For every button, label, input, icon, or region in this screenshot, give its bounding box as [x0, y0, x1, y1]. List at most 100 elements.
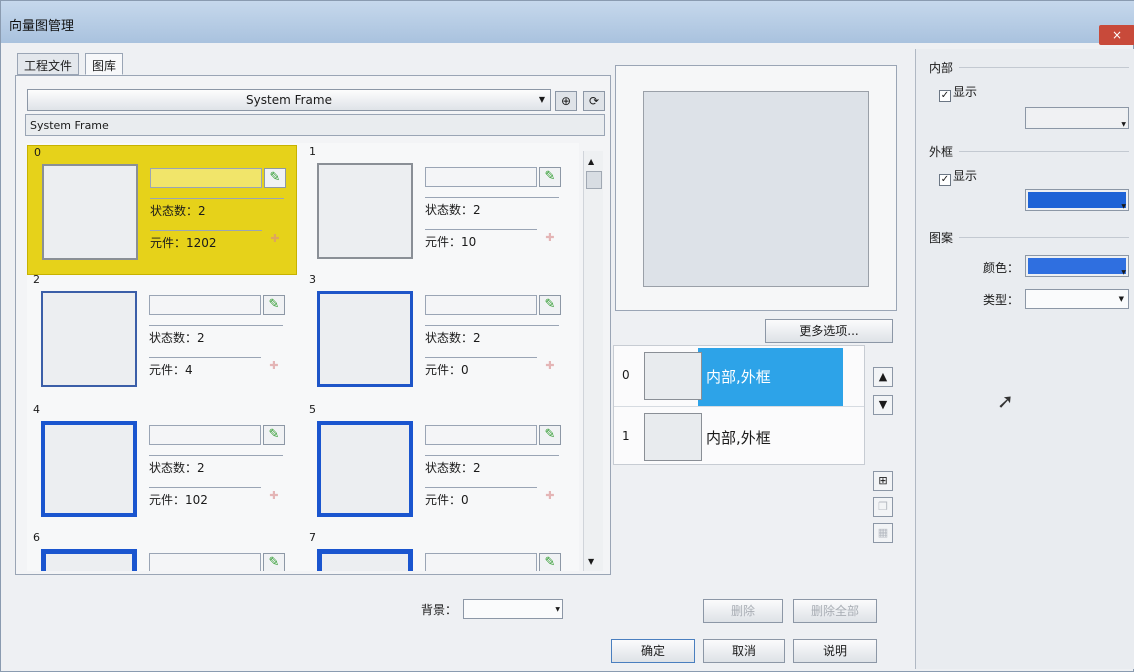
- inner-color-swatch: [1028, 110, 1126, 126]
- shape-thumbnail: [41, 291, 137, 387]
- scroll-down-icon[interactable]: ▼: [588, 557, 594, 566]
- pencil-icon[interactable]: ✎: [263, 295, 285, 315]
- pin-icon[interactable]: ✚: [263, 489, 285, 507]
- outer-group-title: 外框: [929, 145, 954, 159]
- move-up-button[interactable]: ▲: [873, 367, 893, 387]
- state-count: 状态数：2: [150, 198, 284, 220]
- copy-layer-icon[interactable]: ❐: [873, 497, 893, 517]
- shape-cell-4[interactable]: 4 ✎ 状态数：2 元件：102 ✚: [27, 403, 297, 533]
- shape-thumbnail: [317, 291, 413, 387]
- part-count: 元件：102: [149, 487, 261, 509]
- shape-name-field[interactable]: [150, 168, 262, 188]
- library-dropdown[interactable]: System Frame ▼: [27, 89, 551, 111]
- refresh-library-icon[interactable]: ⟳: [583, 91, 605, 111]
- shape-name-field[interactable]: [425, 553, 537, 571]
- shape-thumbnail: [41, 421, 137, 517]
- pencil-icon[interactable]: ✎: [539, 425, 561, 445]
- pin-icon[interactable]: ✚: [264, 232, 286, 250]
- delete-all-button[interactable]: 删除全部: [793, 599, 877, 623]
- cell-index: 7: [309, 531, 316, 544]
- chevron-down-icon: ▼: [1121, 203, 1126, 210]
- pin-icon[interactable]: ✚: [263, 359, 285, 377]
- grid-scrollbar[interactable]: ▲ ▼: [583, 151, 603, 571]
- paste-layer-icon[interactable]: ▦: [873, 523, 893, 543]
- pencil-icon[interactable]: ✎: [263, 553, 285, 571]
- shape-name-field[interactable]: [425, 425, 537, 445]
- pin-icon[interactable]: ✚: [539, 359, 561, 377]
- layer-item-1[interactable]: 1 内部,外框: [614, 406, 864, 466]
- vector-manager-window: 向量图管理 × 工程文件 图库 System Frame ▼ ⊕ ⟳ Syste…: [0, 0, 1134, 672]
- shape-name-field[interactable]: [149, 553, 261, 571]
- pencil-icon[interactable]: ✎: [539, 553, 561, 571]
- part-count: 元件：4: [149, 357, 261, 379]
- pin-icon[interactable]: ✚: [539, 231, 561, 249]
- shape-cell-2[interactable]: 2 ✎ 状态数：2 元件：4 ✚: [27, 273, 297, 403]
- shape-cell-0[interactable]: 0 ✎ 状态数：2 元件：1202 ✚: [27, 145, 297, 275]
- check-icon: ✓: [939, 90, 951, 102]
- shape-cell-1[interactable]: 1 ✎ 状态数：2 元件：10 ✚: [303, 145, 573, 275]
- state-count: 状态数：2: [425, 197, 559, 219]
- cell-index: 4: [33, 403, 40, 416]
- shape-cell-7[interactable]: 7 ✎: [303, 531, 573, 571]
- pattern-type-select[interactable]: ▼: [1025, 289, 1129, 309]
- shape-cell-3[interactable]: 3 ✎ 状态数：2 元件：0 ✚: [303, 273, 573, 403]
- layer-swatch: [644, 413, 702, 461]
- cell-index: 3: [309, 273, 316, 286]
- background-select[interactable]: ▼: [463, 599, 563, 619]
- part-count: 元件：0: [425, 487, 537, 509]
- shape-grid: 0 ✎ 状态数：2 元件：1202 ✚ 1 ✎ 状态数：2 元件：10 ✚ 2 …: [27, 143, 579, 571]
- group-divider: [959, 151, 1129, 152]
- inner-show-checkbox[interactable]: ✓ 显示: [939, 83, 977, 102]
- shape-thumbnail: [317, 549, 413, 571]
- tab-project-files[interactable]: 工程文件: [17, 53, 80, 75]
- shape-name-field[interactable]: [425, 295, 537, 315]
- state-count: 状态数：2: [149, 325, 283, 347]
- cell-index: 0: [34, 146, 41, 159]
- part-count: 元件：0: [425, 357, 537, 379]
- state-count: 状态数：2: [149, 455, 283, 477]
- pin-icon[interactable]: ✚: [539, 489, 561, 507]
- cancel-button[interactable]: 取消: [703, 639, 785, 663]
- part-count: 元件：10: [425, 229, 537, 251]
- outer-show-label: 显示: [953, 169, 978, 183]
- outer-show-checkbox[interactable]: ✓ 显示: [939, 167, 977, 186]
- inner-show-label: 显示: [953, 85, 978, 99]
- pattern-color-button[interactable]: ▼: [1025, 255, 1129, 277]
- pencil-icon[interactable]: ✎: [539, 295, 561, 315]
- pencil-icon[interactable]: ✎: [264, 168, 286, 188]
- shape-name-field[interactable]: [149, 425, 261, 445]
- shape-name-field[interactable]: [149, 295, 261, 315]
- delete-button[interactable]: 删除: [703, 599, 783, 623]
- shape-name-field[interactable]: [425, 167, 537, 187]
- chevron-down-icon: ▼: [1121, 121, 1126, 128]
- close-button[interactable]: ×: [1099, 25, 1134, 45]
- shape-thumbnail: [317, 163, 413, 259]
- tab-library[interactable]: 图库: [85, 53, 124, 75]
- shape-cell-6[interactable]: 6 ✎: [27, 531, 297, 571]
- layer-index: 0: [622, 368, 630, 382]
- scroll-up-icon[interactable]: ▲: [588, 157, 594, 166]
- inner-color-button[interactable]: ▼: [1025, 107, 1129, 129]
- outer-color-button[interactable]: ▼: [1025, 189, 1129, 211]
- layer-item-0[interactable]: 0 内部,外框: [614, 346, 864, 406]
- pattern-group-title: 图案: [929, 231, 954, 245]
- scrollbar-thumb[interactable]: [586, 171, 602, 189]
- shape-cell-5[interactable]: 5 ✎ 状态数：2 元件：0 ✚: [303, 403, 573, 533]
- cell-index: 6: [33, 531, 40, 544]
- layer-list: 0 内部,外框 1 内部,外框: [613, 345, 865, 465]
- group-divider: [959, 67, 1129, 68]
- add-library-icon[interactable]: ⊕: [555, 91, 577, 111]
- help-button[interactable]: 说明: [793, 639, 877, 663]
- add-layer-icon[interactable]: ⊞: [873, 471, 893, 491]
- outer-color-swatch: [1028, 192, 1126, 208]
- library-dropdown-value: System Frame: [246, 93, 332, 107]
- cell-index: 1: [309, 145, 316, 158]
- pencil-icon[interactable]: ✎: [263, 425, 285, 445]
- check-icon: ✓: [939, 174, 951, 186]
- move-down-button[interactable]: ▼: [873, 395, 893, 415]
- layer-index: 1: [622, 429, 630, 443]
- pencil-icon[interactable]: ✎: [539, 167, 561, 187]
- color-label: 颜色：: [983, 261, 1020, 275]
- more-options-button[interactable]: 更多选项...: [765, 319, 893, 343]
- ok-button[interactable]: 确定: [611, 639, 695, 663]
